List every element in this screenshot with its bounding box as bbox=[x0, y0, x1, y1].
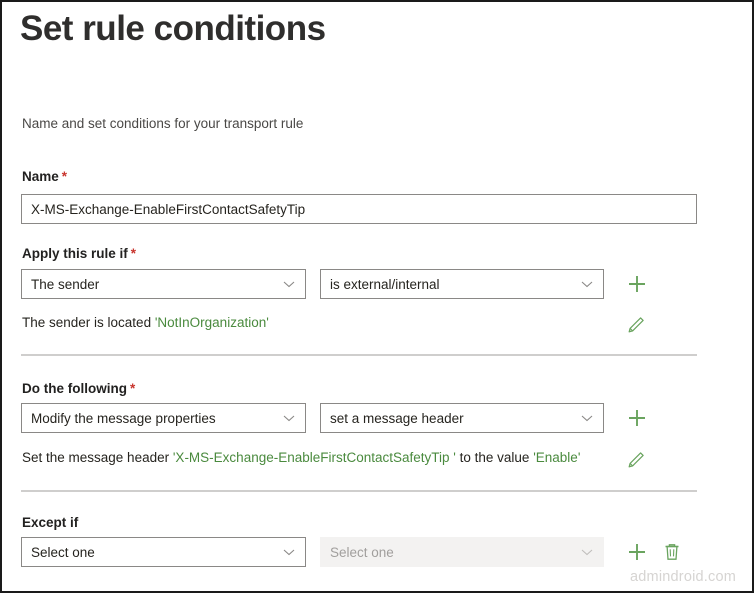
name-required-asterisk: * bbox=[61, 169, 68, 184]
apply-condition-summary: The sender is located 'NotInOrganization… bbox=[22, 314, 269, 332]
except-condition-dropdown[interactable]: Select one bbox=[21, 537, 306, 567]
apply-predicate-dropdown-value: is external/internal bbox=[330, 276, 440, 292]
apply-condition-dropdown-value: The sender bbox=[31, 276, 100, 292]
action-summary-prefix: Set the message header bbox=[22, 450, 173, 465]
do-following-label-text: Do the following bbox=[22, 381, 127, 396]
edit-action-button[interactable] bbox=[625, 449, 647, 471]
apply-summary-value: 'NotInOrganization' bbox=[154, 315, 269, 330]
action-summary: Set the message header 'X-MS-Exchange-En… bbox=[22, 449, 580, 467]
watermark: admindroid.com bbox=[630, 569, 736, 585]
chevron-down-icon bbox=[581, 549, 593, 556]
section-divider-1 bbox=[21, 354, 697, 356]
edit-condition-button[interactable] bbox=[625, 314, 647, 336]
name-input[interactable] bbox=[21, 194, 697, 224]
action-dropdown-value: Modify the message properties bbox=[31, 410, 216, 426]
chevron-down-icon bbox=[283, 415, 295, 422]
apply-condition-dropdown[interactable]: The sender bbox=[21, 269, 306, 299]
section-divider-2 bbox=[21, 490, 697, 492]
action-dropdown[interactable]: Modify the message properties bbox=[21, 403, 306, 433]
name-label-text: Name bbox=[22, 169, 59, 184]
apply-predicate-dropdown[interactable]: is external/internal bbox=[320, 269, 604, 299]
except-if-label-text: Except if bbox=[22, 515, 79, 530]
page-subtitle: Name and set conditions for your transpo… bbox=[22, 116, 304, 131]
add-action-button[interactable] bbox=[625, 406, 649, 430]
pencil-edit-icon bbox=[628, 317, 644, 333]
add-condition-button[interactable] bbox=[625, 272, 649, 296]
chevron-down-icon bbox=[283, 281, 295, 288]
apply-rule-required-asterisk: * bbox=[130, 246, 137, 261]
page-inner: Set rule conditions Name and set conditi… bbox=[2, 2, 752, 591]
plus-icon bbox=[629, 410, 645, 426]
plus-icon bbox=[629, 276, 645, 292]
chevron-down-icon bbox=[283, 549, 295, 556]
apply-rule-label: Apply this rule if * bbox=[22, 245, 136, 263]
chevron-down-icon bbox=[581, 281, 593, 288]
chevron-down-icon bbox=[581, 415, 593, 422]
action-detail-dropdown[interactable]: set a message header bbox=[320, 403, 604, 433]
pencil-edit-icon bbox=[628, 452, 644, 468]
action-summary-header-setting: 'Enable' bbox=[533, 450, 581, 465]
except-if-label: Except if bbox=[22, 514, 78, 532]
except-detail-dropdown: Select one bbox=[320, 537, 604, 567]
do-following-required-asterisk: * bbox=[129, 381, 136, 396]
set-rule-conditions-page: Set rule conditions Name and set conditi… bbox=[0, 0, 754, 593]
add-exception-button[interactable] bbox=[625, 540, 649, 564]
do-following-label: Do the following * bbox=[22, 380, 135, 398]
action-detail-dropdown-value: set a message header bbox=[330, 410, 464, 426]
apply-rule-label-text: Apply this rule if bbox=[22, 246, 128, 261]
action-summary-middle: to the value bbox=[455, 450, 534, 465]
except-condition-dropdown-value: Select one bbox=[31, 544, 95, 560]
apply-summary-prefix: The sender is located bbox=[22, 315, 155, 330]
trash-delete-icon bbox=[665, 544, 679, 560]
except-detail-dropdown-value: Select one bbox=[330, 544, 394, 560]
page-title: Set rule conditions bbox=[20, 9, 326, 48]
delete-exception-button[interactable] bbox=[660, 540, 684, 564]
action-summary-header-value: 'X-MS-Exchange-EnableFirstContactSafetyT… bbox=[172, 450, 456, 465]
plus-icon bbox=[629, 544, 645, 560]
name-field-label: Name * bbox=[22, 168, 67, 186]
